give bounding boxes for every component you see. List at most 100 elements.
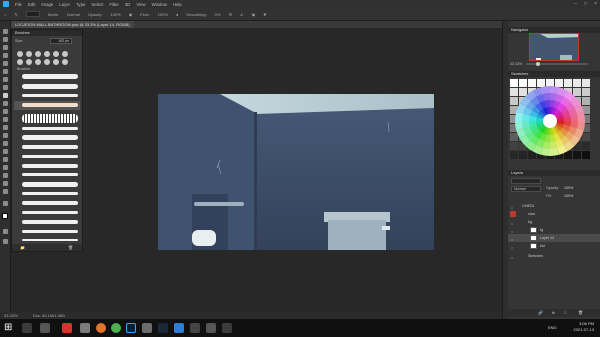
brush-stroke-preset[interactable] <box>22 230 78 233</box>
document-tab[interactable]: LOCATION WALL BATHROOM.psd @ 33.3% (Laye… <box>11 21 134 28</box>
menu-view[interactable]: View <box>136 2 145 7</box>
brush-stroke-preset[interactable] <box>22 74 78 79</box>
screen-mode-icon[interactable] <box>3 239 8 244</box>
layer-row-selected[interactable]: ○ Layer 14 <box>508 234 600 242</box>
brush-stroke-preset[interactable] <box>22 84 78 89</box>
task-view-icon[interactable] <box>40 323 50 333</box>
layer-thumbnail[interactable] <box>530 235 537 241</box>
marquee-tool-icon[interactable] <box>3 37 8 42</box>
swatch-cell[interactable] <box>510 151 518 159</box>
swatch-cell[interactable] <box>537 79 545 87</box>
blend-mode-select[interactable]: Normal <box>511 186 541 192</box>
symmetry-icon[interactable]: ❖ <box>263 12 267 17</box>
layer-thumbnail[interactable] <box>530 227 537 233</box>
gear-icon[interactable]: ⚙ <box>228 12 232 17</box>
new-brush-group-icon[interactable]: 📁 <box>20 245 25 250</box>
swatch-cell[interactable] <box>573 88 581 96</box>
brush-tip-preset[interactable] <box>26 59 32 65</box>
swatch-cell[interactable] <box>582 79 590 87</box>
layer-row[interactable]: ○ bkt <box>508 242 600 250</box>
app-icon[interactable] <box>142 323 152 333</box>
swatch-cell[interactable] <box>510 79 518 87</box>
menu-image[interactable]: Image <box>41 2 53 7</box>
lasso-tool-icon[interactable] <box>3 45 8 50</box>
edit-toolbar-icon[interactable] <box>3 201 8 206</box>
swatch-cell[interactable] <box>510 142 518 150</box>
opacity-field[interactable]: 100% <box>110 12 120 17</box>
navigator-zoom-slider[interactable] <box>526 62 588 66</box>
eyedropper-tool-icon[interactable] <box>3 77 8 82</box>
brush-tip-preset[interactable] <box>26 51 32 57</box>
search-icon[interactable] <box>22 323 32 333</box>
trash-icon[interactable]: 🗑 <box>68 245 73 250</box>
brush-tip-preset[interactable] <box>62 59 68 65</box>
menu-filter[interactable]: Filter <box>109 2 119 7</box>
foreground-color-swatch[interactable] <box>2 213 8 219</box>
frame-tool-icon[interactable] <box>3 69 8 74</box>
layer-name[interactable]: char <box>528 210 535 218</box>
windows-start-icon[interactable]: ⊞ <box>4 322 12 333</box>
menu-edit[interactable]: Edit <box>28 2 35 7</box>
system-clock[interactable]: 3:06 PM 2021-07-13 <box>574 321 594 333</box>
brush-stroke-preset[interactable] <box>22 127 78 130</box>
brush-tip-preset[interactable] <box>53 59 59 65</box>
app-icon[interactable] <box>62 323 72 333</box>
eye-icon[interactable]: ○ <box>511 254 515 260</box>
swatch-cell[interactable] <box>564 79 572 87</box>
app-icon[interactable] <box>222 323 232 333</box>
swatch-cell[interactable] <box>573 79 581 87</box>
close-icon[interactable]: × <box>594 1 597 7</box>
minimize-icon[interactable]: – <box>574 1 577 7</box>
layer-fill-field[interactable]: 100% <box>564 194 573 198</box>
flow-field[interactable]: 100% <box>158 12 168 17</box>
new-layer-icon[interactable]: □ <box>564 310 566 315</box>
layer-thumbnail[interactable] <box>530 243 537 249</box>
menu-3d[interactable]: 3D <box>125 2 131 7</box>
eraser-tool-icon[interactable] <box>3 117 8 122</box>
maximize-icon[interactable]: □ <box>584 1 587 7</box>
layer-row[interactable]: ○ bg <box>508 218 600 226</box>
eye-icon[interactable]: ○ <box>511 244 515 250</box>
swatch-cell[interactable] <box>582 133 590 141</box>
layer-name[interactable]: bkt <box>540 242 545 250</box>
slider-knob[interactable] <box>536 62 540 66</box>
brush-tip-preset[interactable] <box>17 59 23 65</box>
layers-panel-title[interactable]: Layers <box>508 170 600 176</box>
move-tool-icon[interactable] <box>3 29 8 34</box>
app-icon[interactable] <box>190 323 200 333</box>
brush-tip-preset[interactable] <box>62 51 68 57</box>
blur-tool-icon[interactable] <box>3 133 8 138</box>
pressure-opacity-icon[interactable]: ◉ <box>129 12 133 17</box>
swatch-cell[interactable] <box>510 133 518 141</box>
brush-stroke-preset[interactable] <box>22 201 78 205</box>
brush-stroke-preset[interactable] <box>22 135 78 140</box>
pressure-size-icon[interactable]: ◉ <box>252 12 256 17</box>
brush-tip-preset[interactable] <box>44 59 50 65</box>
brush-stroke-preset-selected[interactable] <box>22 103 78 107</box>
app-icon[interactable] <box>80 323 90 333</box>
steam-icon[interactable] <box>158 323 168 333</box>
app-icon[interactable] <box>206 323 216 333</box>
quick-select-tool-icon[interactable] <box>3 53 8 58</box>
brush-stroke-preset[interactable] <box>22 220 78 224</box>
eye-icon[interactable]: ○ <box>511 220 515 226</box>
type-tool-icon[interactable] <box>3 157 8 162</box>
swatches-grid[interactable] <box>508 77 600 169</box>
layer-name[interactable]: Layer 14 <box>540 234 554 242</box>
brush-preset-picker[interactable] <box>25 11 40 17</box>
navigator-thumbnail[interactable] <box>529 33 579 61</box>
quick-mask-icon[interactable] <box>3 229 8 234</box>
menu-layer[interactable]: Layer <box>59 2 70 7</box>
add-layer-style-icon[interactable]: fx <box>552 310 555 315</box>
layer-row[interactable]: char <box>508 210 600 218</box>
swatch-cell[interactable] <box>519 151 527 159</box>
layer-name[interactable]: LINEZ4 <box>522 202 534 210</box>
dodge-tool-icon[interactable] <box>3 141 8 146</box>
layer-name[interactable]: Sketches <box>528 252 543 260</box>
path-select-tool-icon[interactable] <box>3 165 8 170</box>
hand-tool-icon[interactable] <box>3 181 8 186</box>
history-brush-tool-icon[interactable] <box>3 109 8 114</box>
brush-stroke-preset[interactable] <box>22 239 78 241</box>
brush-stroke-preset[interactable] <box>22 173 78 176</box>
gradient-tool-icon[interactable] <box>3 125 8 130</box>
